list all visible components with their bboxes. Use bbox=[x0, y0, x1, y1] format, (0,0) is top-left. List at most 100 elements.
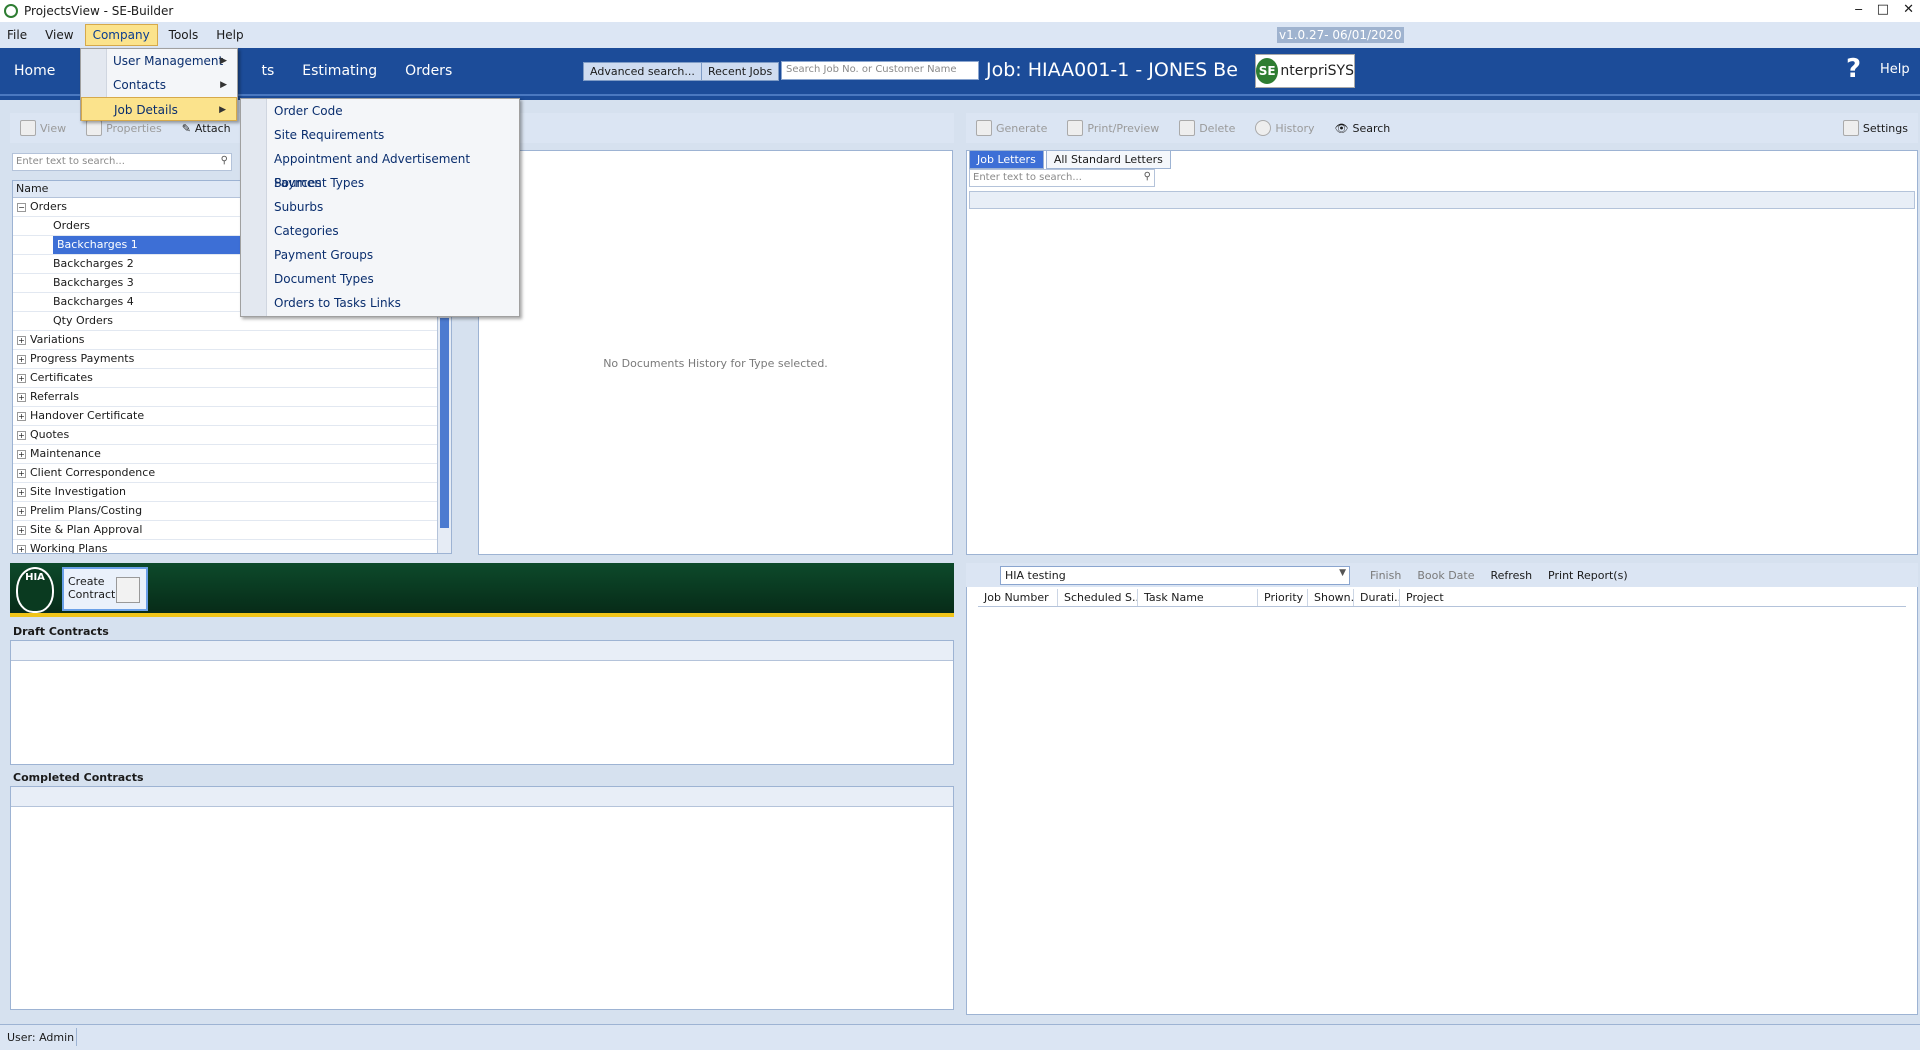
menu-help[interactable]: Help bbox=[209, 25, 250, 45]
menu-item-user-management[interactable]: User Management ▶ bbox=[81, 49, 237, 73]
menu-file[interactable]: File bbox=[0, 25, 34, 45]
delete-button[interactable]: Delete bbox=[1169, 120, 1245, 136]
recent-jobs-button[interactable]: Recent Jobs bbox=[701, 62, 780, 81]
tree-node-label: Qty Orders bbox=[53, 314, 113, 327]
submenu-item[interactable]: Order Code bbox=[241, 99, 519, 123]
maximize-button[interactable]: □ bbox=[1877, 2, 1889, 17]
tree-node[interactable]: + Certificates bbox=[13, 369, 451, 388]
completed-contracts-grid bbox=[10, 786, 954, 1010]
settings-button[interactable]: Settings bbox=[1833, 120, 1918, 136]
tree-node[interactable]: + Working Plans bbox=[13, 540, 451, 554]
submenu-item[interactable]: Appointment and Advertisement Sources bbox=[241, 147, 519, 190]
tree-node[interactable]: + Progress Payments bbox=[13, 350, 451, 369]
submenu-item[interactable]: Suburbs bbox=[241, 195, 519, 219]
letters-search-input[interactable]: Enter text to search... ⚲ bbox=[969, 169, 1155, 187]
submenu-item[interactable]: Orders to Tasks Links bbox=[241, 291, 519, 315]
generate-button[interactable]: Generate bbox=[966, 120, 1057, 136]
tree-node[interactable]: + Quotes bbox=[13, 426, 451, 445]
logo-mark-icon: SE bbox=[1256, 58, 1279, 84]
generate-label: Generate bbox=[996, 121, 1048, 135]
tab-all-standard-letters[interactable]: All Standard Letters bbox=[1045, 150, 1171, 169]
draft-contracts-title: Draft Contracts bbox=[13, 625, 109, 638]
col-task-name[interactable]: Task Name bbox=[1138, 589, 1258, 606]
book-date-button[interactable]: Book Date bbox=[1409, 569, 1482, 582]
tab-job-letters[interactable]: Job Letters bbox=[969, 150, 1044, 169]
chevron-right-icon: ▶ bbox=[220, 56, 227, 66]
expand-icon[interactable]: + bbox=[17, 449, 26, 459]
col-scheduled-start[interactable]: Scheduled S... bbox=[1058, 589, 1138, 606]
create-contract-button[interactable]: Create Contract bbox=[62, 567, 148, 611]
logo-text: nterpriSYS bbox=[1280, 63, 1354, 79]
search-button[interactable]: 👁 Search bbox=[1325, 122, 1401, 135]
menu-view[interactable]: View bbox=[38, 25, 80, 45]
col-job-number[interactable]: Job Number bbox=[978, 589, 1058, 606]
tree-node-label: Maintenance bbox=[30, 447, 101, 460]
menu-item-job-details[interactable]: Job Details ▶ bbox=[81, 97, 237, 121]
tree-node[interactable]: + Prelim Plans/Costing bbox=[13, 502, 451, 521]
submenu-item[interactable]: Categories bbox=[241, 219, 519, 243]
refresh-button[interactable]: Refresh bbox=[1483, 569, 1541, 582]
document-history-panel: No Documents History for Type selected. bbox=[478, 150, 953, 555]
job-search-input[interactable]: Search Job No. or Customer Name bbox=[781, 61, 979, 80]
tree-node-label: Orders bbox=[53, 219, 90, 232]
advanced-search-button[interactable]: Advanced search... bbox=[583, 62, 702, 81]
tree-node[interactable]: + Client Correspondence bbox=[13, 464, 451, 483]
scroll-thumb[interactable] bbox=[440, 318, 449, 528]
tree-node[interactable]: + Site & Plan Approval bbox=[13, 521, 451, 540]
tree-node[interactable]: + Handover Certificate bbox=[13, 407, 451, 426]
col-project[interactable]: Project bbox=[1400, 589, 1880, 606]
col-priority[interactable]: Priority bbox=[1258, 589, 1308, 606]
expand-icon[interactable]: + bbox=[17, 544, 26, 553]
collapse-icon[interactable]: − bbox=[17, 202, 26, 212]
task-filter-select[interactable]: HIA testing ▼ bbox=[1000, 565, 1350, 585]
tree-node[interactable]: + Maintenance bbox=[13, 445, 451, 464]
expand-icon[interactable]: + bbox=[17, 392, 26, 402]
menu-tools[interactable]: Tools bbox=[162, 25, 206, 45]
help-link[interactable]: Help bbox=[1880, 62, 1910, 77]
print-preview-button[interactable]: Print/Preview bbox=[1057, 120, 1169, 136]
finish-button[interactable]: Finish bbox=[1362, 569, 1409, 582]
draft-grid-header bbox=[11, 641, 953, 661]
col-duration[interactable]: Durati... bbox=[1354, 589, 1400, 606]
submenu-item[interactable]: Payment Types bbox=[241, 171, 519, 195]
expand-icon[interactable]: + bbox=[17, 354, 26, 364]
window-title: ProjectsView - SE-Builder bbox=[24, 4, 174, 18]
help-icon[interactable]: ? bbox=[1846, 54, 1861, 84]
attach-button[interactable]: ✎ Attach bbox=[172, 122, 241, 135]
expand-icon[interactable]: + bbox=[17, 411, 26, 421]
document-type-search[interactable]: Enter text to search... ⚲ bbox=[12, 153, 232, 171]
expand-icon[interactable]: + bbox=[17, 525, 26, 535]
view-button[interactable]: View bbox=[10, 120, 76, 136]
expand-icon[interactable]: + bbox=[17, 468, 26, 478]
history-button[interactable]: History bbox=[1245, 120, 1324, 136]
expand-icon[interactable]: + bbox=[17, 506, 26, 516]
tab-estimating[interactable]: Estimating bbox=[288, 63, 391, 79]
submenu-item[interactable]: Document Types bbox=[241, 267, 519, 291]
tree-node-label: Working Plans bbox=[30, 542, 108, 554]
menu-item-contacts[interactable]: Contacts ▶ bbox=[81, 73, 237, 97]
tree-node-label: Quotes bbox=[30, 428, 70, 441]
tree-node[interactable]: + Referrals bbox=[13, 388, 451, 407]
properties-button[interactable]: Properties bbox=[76, 120, 172, 136]
expand-icon[interactable]: + bbox=[17, 430, 26, 440]
submenu-item[interactable]: Payment Groups bbox=[241, 243, 519, 267]
tree-node-label: Variations bbox=[30, 333, 85, 346]
submenu-item[interactable]: Site Requirements bbox=[241, 123, 519, 147]
expand-icon[interactable]: + bbox=[17, 335, 26, 345]
print-reports-button[interactable]: Print Report(s) bbox=[1540, 569, 1636, 582]
draft-contracts-grid bbox=[10, 640, 954, 765]
tree-node[interactable]: + Site Investigation bbox=[13, 483, 451, 502]
minimize-button[interactable]: ‒ bbox=[1855, 2, 1863, 17]
tasks-toolbar: HIA testing ▼ Finish Book Date Refresh P… bbox=[966, 563, 1918, 587]
version-label: v1.0.27- 06/01/2020 bbox=[1277, 27, 1404, 43]
tree-node[interactable]: + Variations bbox=[13, 331, 451, 350]
col-shown[interactable]: Shown... bbox=[1308, 589, 1354, 606]
tab-home[interactable]: Home bbox=[0, 63, 69, 79]
tab-orders[interactable]: Orders bbox=[391, 63, 466, 79]
search-icon: ⚲ bbox=[220, 155, 228, 166]
close-button[interactable]: ✕ bbox=[1903, 2, 1914, 17]
tree-node-label: Backcharges 3 bbox=[53, 276, 134, 289]
menu-company[interactable]: Company bbox=[84, 24, 158, 46]
expand-icon[interactable]: + bbox=[17, 487, 26, 497]
expand-icon[interactable]: + bbox=[17, 373, 26, 383]
